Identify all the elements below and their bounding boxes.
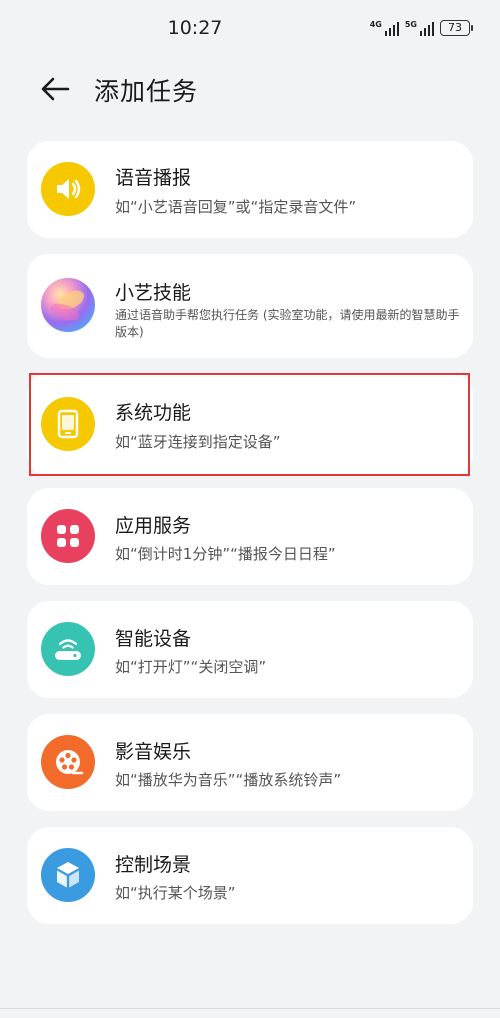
tablet-icon xyxy=(41,397,95,451)
cube-icon xyxy=(41,848,95,902)
task-item-media-entertainment[interactable]: 影音娱乐 如“播放华为音乐”“播放系统铃声” xyxy=(27,714,473,811)
task-item-app-services[interactable]: 应用服务 如“倒计时1分钟”“播报今日日程” xyxy=(27,488,473,585)
status-time: 10:27 xyxy=(167,17,223,39)
task-item-title: 控制场景 xyxy=(115,854,192,876)
xiaoyi-orb-icon xyxy=(41,278,95,332)
task-item-title: 小艺技能 xyxy=(115,282,192,304)
task-item-desc: 如“蓝牙连接到指定设备” xyxy=(115,433,281,451)
signal-4g-icon: 4G xyxy=(370,20,399,36)
signal-5g-icon: 5G xyxy=(405,20,434,36)
task-item-title: 应用服务 xyxy=(115,515,192,537)
status-bar: 10:27 4G 5G 73 xyxy=(0,0,500,58)
task-item-system-functions[interactable]: 系统功能 如“蓝牙连接到指定设备” xyxy=(27,373,473,476)
apps-grid-icon xyxy=(41,509,95,563)
task-item-smart-devices[interactable]: 智能设备 如“打开灯”“关闭空调” xyxy=(27,601,473,698)
task-item-desc: 如“执行某个场景” xyxy=(115,884,236,902)
task-item-xiaoyi-skills[interactable]: 小艺技能 通过语音助手帮您执行任务 (实验室功能，请使用最新的智慧助手版本) xyxy=(27,254,473,358)
task-item-title: 影音娱乐 xyxy=(115,741,192,763)
task-item-desc: 如“打开灯”“关闭空调” xyxy=(115,658,267,676)
task-item-desc: 如“倒计时1分钟”“播报今日日程” xyxy=(115,545,336,563)
task-item-title: 系统功能 xyxy=(115,402,192,424)
task-item-control-scenes[interactable]: 控制场景 如“执行某个场景” xyxy=(27,827,473,924)
arrow-left-icon xyxy=(41,77,70,101)
task-item-title: 语音播报 xyxy=(115,167,192,189)
header: 添加任务 xyxy=(0,62,500,118)
film-reel-icon xyxy=(41,735,95,789)
task-item-desc: 如“小艺语音回复”或“指定录音文件” xyxy=(115,198,357,216)
task-item-title: 智能设备 xyxy=(115,628,192,650)
task-item-voice-broadcast[interactable]: 语音播报 如“小艺语音回复”或“指定录音文件” xyxy=(27,141,473,238)
task-item-desc: 通过语音助手帮您执行任务 (实验室功能，请使用最新的智慧助手版本) xyxy=(115,308,460,339)
speaker-icon xyxy=(41,162,95,216)
status-indicators: 4G 5G 73 xyxy=(370,20,473,36)
back-button[interactable] xyxy=(38,74,74,104)
bottom-divider xyxy=(0,1008,500,1009)
task-item-desc: 如“播放华为音乐”“播放系统铃声” xyxy=(115,771,342,789)
battery-icon: 73 xyxy=(440,20,473,36)
smart-device-icon xyxy=(41,622,95,676)
page-title: 添加任务 xyxy=(94,77,199,106)
